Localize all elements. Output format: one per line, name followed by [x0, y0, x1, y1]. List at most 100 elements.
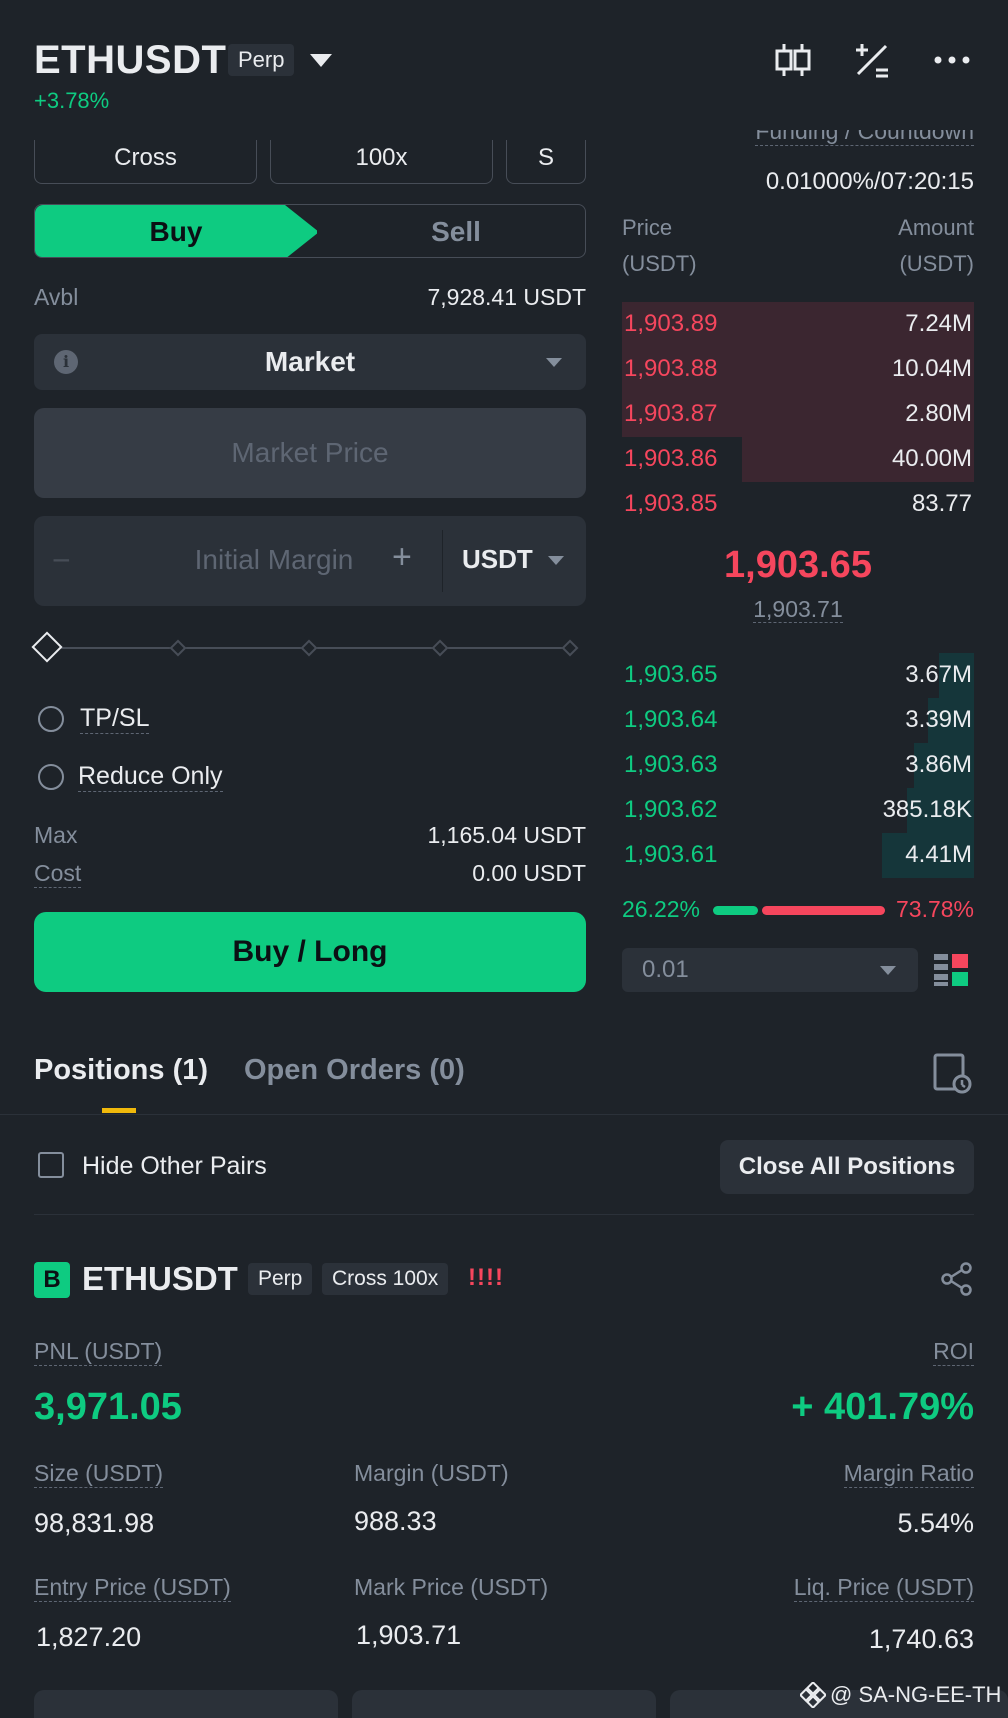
mark-price-value: 1,903.71	[356, 1620, 462, 1650]
slider-step-50[interactable]	[300, 639, 318, 657]
cost-label[interactable]: Cost	[34, 860, 82, 888]
increase-button[interactable]: +	[392, 538, 412, 577]
sell-ratio: 73.78%	[895, 896, 974, 922]
watermark-text: @ SA-NG-EE-TH	[830, 1682, 1002, 1707]
last-price[interactable]: 1,903.65	[622, 544, 974, 587]
sell-ratio-bar	[762, 906, 885, 915]
roi-label[interactable]: ROI	[933, 1338, 974, 1366]
margin-ratio-label[interactable]: Margin Ratio	[843, 1460, 974, 1488]
slider-step-100[interactable]	[561, 639, 579, 657]
funding-value: 0.01000%/07:20:15	[765, 168, 974, 195]
position-action-button-2[interactable]	[352, 1690, 656, 1718]
amount-input[interactable]: Initial Margin	[114, 544, 434, 576]
roi-value: + 401.79%	[791, 1386, 974, 1428]
order-book-row[interactable]: 1,903.86 40.00M	[622, 437, 974, 482]
order-book-price: 1,903.63	[624, 751, 718, 778]
entry-price-label[interactable]: Entry Price (USDT)	[34, 1574, 231, 1602]
order-book-price: 1,903.86	[624, 445, 718, 472]
order-book-amount: 2.80M	[905, 400, 972, 427]
margin-mode-button[interactable]: Cross	[34, 140, 257, 184]
order-book-row[interactable]: 1,903.65 3.67M	[622, 653, 974, 698]
order-book-price: 1,903.61	[624, 841, 718, 868]
buy-tab[interactable]: Buy	[35, 205, 317, 257]
symbol-title[interactable]: ETHUSDT	[34, 38, 226, 83]
pnl-value: 3,971.05	[34, 1386, 182, 1428]
symbol-dropdown-icon[interactable]	[310, 54, 332, 67]
entry-price-value: 1,827.20	[36, 1622, 142, 1652]
order-book-row[interactable]: 1,903.64 3.39M	[622, 698, 974, 743]
order-book-row[interactable]: 1,903.88 10.04M	[622, 347, 974, 392]
order-book-amount: 385.18K	[882, 796, 972, 823]
funding-label[interactable]: Funding / Countdown	[755, 130, 974, 146]
order-book-row[interactable]: 1,903.85 83.77	[622, 482, 974, 527]
liq-price-value: 1,740.63	[868, 1624, 974, 1654]
size-value: 98,831.98	[34, 1508, 155, 1538]
amount-unit-select[interactable]: USDT	[462, 544, 533, 575]
calculator-icon[interactable]	[852, 40, 892, 80]
order-book-amount: 3.86M	[905, 751, 972, 778]
decrease-button[interactable]: −	[52, 542, 71, 579]
price-change: +3.78%	[34, 88, 110, 113]
reduce-only-radio[interactable]	[38, 764, 64, 790]
available-value: 7,928.41 USDT	[427, 284, 586, 310]
pnl-label[interactable]: PNL (USDT)	[34, 1338, 163, 1366]
tpsl-label[interactable]: TP/SL	[80, 704, 150, 734]
leverage-button[interactable]: 100x	[270, 140, 493, 184]
order-book-row[interactable]: 1,903.63 3.86M	[622, 743, 974, 788]
hide-other-pairs-checkbox[interactable]	[38, 1152, 64, 1178]
more-icon[interactable]	[932, 40, 972, 80]
section-divider	[34, 1214, 974, 1215]
side-badge: B	[34, 1262, 70, 1298]
tab-open-orders[interactable]: Open Orders (0)	[244, 1054, 465, 1087]
size-label[interactable]: Size (USDT)	[34, 1460, 164, 1488]
margin-ratio-value: 5.54%	[897, 1508, 974, 1538]
candlestick-chart-icon[interactable]	[773, 40, 813, 80]
cost-value: 0.00 USDT	[472, 860, 586, 886]
order-book-row[interactable]: 1,903.87 2.80M	[622, 392, 974, 437]
order-book-row[interactable]: 1,903.61 4.41M	[622, 833, 974, 878]
asset-mode-button[interactable]: S	[506, 140, 586, 184]
hide-other-pairs-label[interactable]: Hide Other Pairs	[82, 1152, 267, 1181]
order-book-price: 1,903.88	[624, 355, 718, 382]
max-label: Max	[34, 822, 78, 848]
unit-chevron-down-icon	[548, 556, 564, 565]
position-action-button-1[interactable]	[34, 1690, 338, 1718]
divider	[442, 530, 443, 592]
mark-price-label: Mark Price (USDT)	[354, 1574, 549, 1600]
liq-price-label[interactable]: Liq. Price (USDT)	[793, 1574, 974, 1602]
order-book-price: 1,903.64	[624, 706, 718, 733]
price-header-label: Price	[622, 215, 673, 240]
risk-warning-indicator[interactable]: !!!!	[468, 1264, 504, 1292]
buy-ratio-bar	[713, 906, 758, 915]
sell-tab[interactable]: Sell	[325, 205, 585, 257]
amount-input-group: − Initial Margin + USDT	[34, 516, 586, 606]
side-switch: Buy Sell	[34, 204, 586, 258]
order-book-row[interactable]: 1,903.62 385.18K	[622, 788, 974, 833]
close-all-positions-button[interactable]: Close All Positions	[720, 1140, 974, 1194]
order-book-row[interactable]: 1,903.89 7.24M	[622, 302, 974, 347]
tpsl-radio[interactable]	[38, 706, 64, 732]
contract-type-tag: Perp	[228, 44, 295, 76]
price-input[interactable]: Market Price	[34, 408, 586, 498]
slider-step-75[interactable]	[431, 639, 449, 657]
order-book-price: 1,903.62	[624, 796, 718, 823]
order-book-layout-icon[interactable]	[934, 952, 970, 988]
tick-size-select[interactable]: 0.01	[622, 948, 918, 992]
margin-label: Margin (USDT)	[354, 1460, 509, 1486]
slider-step-25[interactable]	[169, 639, 187, 657]
position-contract-tag: Perp	[248, 1263, 313, 1295]
position-symbol[interactable]: ETHUSDT	[82, 1260, 238, 1298]
reduce-only-label[interactable]: Reduce Only	[78, 762, 223, 792]
buy-long-button[interactable]: Buy / Long	[34, 912, 586, 992]
amount-slider-handle[interactable]	[31, 631, 63, 663]
mark-price[interactable]: 1,903.71	[753, 596, 843, 623]
order-book-amount: 10.04M	[891, 355, 972, 382]
amount-header-unit: (USDT)	[899, 251, 974, 276]
order-type-select[interactable]: i Market	[34, 334, 586, 390]
share-icon[interactable]	[940, 1262, 974, 1296]
mark-price-wrap: 1,903.71	[622, 596, 974, 623]
order-book-amount: 40.00M	[891, 445, 972, 472]
position-margin-tag: Cross 100x	[322, 1263, 449, 1295]
tab-positions[interactable]: Positions (1)	[34, 1054, 208, 1087]
order-history-icon[interactable]	[932, 1052, 972, 1094]
